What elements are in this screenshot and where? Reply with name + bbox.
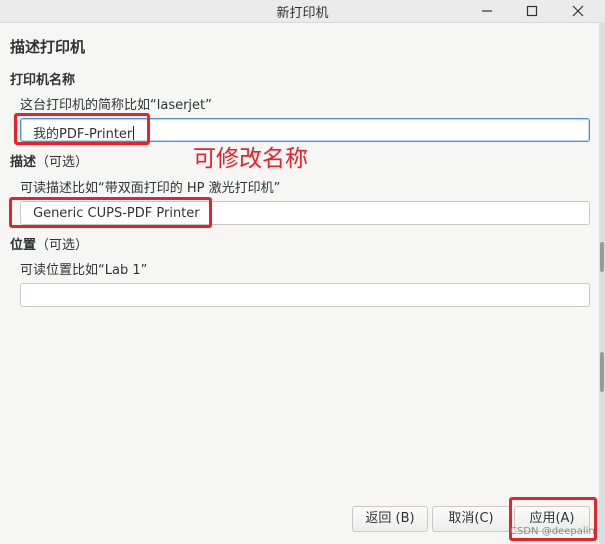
highlight-box-description: [9, 197, 212, 228]
window-edge-strip: [599, 22, 605, 544]
window-title: 新打印机: [276, 6, 329, 21]
cancel-button[interactable]: 取消(C): [432, 506, 510, 532]
minimize-icon[interactable]: [477, 1, 497, 21]
back-button[interactable]: 返回 (B): [352, 506, 428, 532]
description-label-text: 描述: [10, 155, 37, 170]
location-hint: 可读位置比如“Lab 1”: [20, 263, 148, 278]
page-heading: 描述打印机: [10, 38, 86, 56]
description-optional: （可选）: [36, 155, 89, 170]
location-label: 位置（可选）: [10, 234, 88, 253]
location-optional: （可选）: [36, 238, 89, 253]
description-label: 描述（可选）: [10, 151, 88, 170]
location-label-text: 位置: [10, 238, 37, 253]
annotation-text: 可修改名称: [193, 146, 308, 172]
location-field[interactable]: [20, 283, 590, 307]
watermark: CSDN @deepalin: [510, 526, 595, 537]
printer-name-hint: 这台打印机的简称比如“laserjet”: [20, 98, 212, 113]
maximize-icon[interactable]: [522, 1, 542, 21]
description-hint: 可读描述比如“带双面打印的 HP 激光打印机”: [20, 181, 281, 196]
printer-name-label: 打印机名称: [10, 73, 76, 88]
highlight-box-name: [14, 113, 150, 145]
title-bar: 新打印机: [0, 0, 605, 23]
scroll-marker: [600, 352, 604, 392]
scroll-marker: [600, 242, 604, 272]
close-icon[interactable]: [568, 1, 588, 21]
